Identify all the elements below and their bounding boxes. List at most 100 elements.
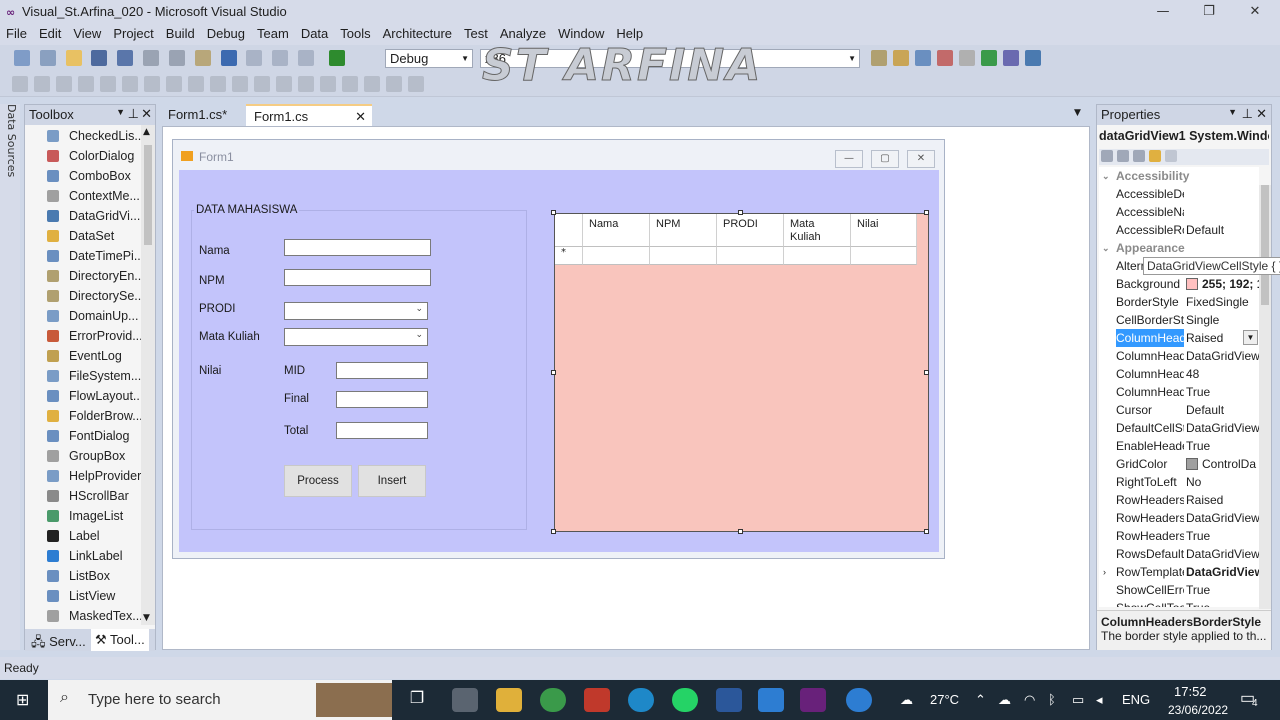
remove-spacing-icon[interactable] <box>298 76 314 92</box>
bring-to-front-icon[interactable] <box>386 76 402 92</box>
chevron-down-icon[interactable]: ▼ <box>1228 107 1237 117</box>
property-row[interactable]: BorderStyle FixedSingle <box>1099 293 1259 311</box>
total-input[interactable] <box>336 422 428 439</box>
property-row[interactable]: RowsDefault DataGridView <box>1099 545 1259 563</box>
property-value[interactable]: 48 <box>1186 365 1259 383</box>
insert-button[interactable]: Insert <box>358 465 426 497</box>
toolbox-item[interactable]: FlowLayout... <box>25 386 141 406</box>
open-icon[interactable] <box>65 50 82 66</box>
property-row[interactable]: CellBorderSt Single <box>1099 311 1259 329</box>
save-icon[interactable] <box>91 50 108 66</box>
property-row[interactable]: RowHeaders Raised <box>1099 491 1259 509</box>
make-same-size-icon[interactable] <box>210 76 226 92</box>
property-row[interactable]: DefaultCellSt DataGridView <box>1099 419 1259 437</box>
toolbox-item[interactable]: MaskedTex... <box>25 606 141 626</box>
alphabetical-icon[interactable] <box>1117 150 1129 162</box>
vertical-spacing-icon[interactable] <box>320 76 336 92</box>
visual-studio-icon[interactable] <box>800 688 826 712</box>
data-sources-tab[interactable]: Data Sources <box>2 104 18 204</box>
temperature[interactable]: 27°C <box>930 692 959 707</box>
center-vertically-icon[interactable] <box>364 76 380 92</box>
find-icon[interactable] <box>871 50 887 66</box>
property-row[interactable]: Background 255; 192; 1 <box>1099 275 1259 293</box>
property-value[interactable]: No <box>1186 473 1259 491</box>
category-appearance[interactable]: ⌄ Appearance <box>1099 239 1259 257</box>
property-row[interactable]: GridColor ControlDa <box>1099 455 1259 473</box>
toolbox-item[interactable]: HScrollBar <box>25 486 141 506</box>
property-value[interactable]: Single <box>1186 311 1259 329</box>
volume-icon[interactable]: ◂ <box>1096 692 1103 708</box>
toolbox-item[interactable]: GroupBox <box>25 446 141 466</box>
copy-icon[interactable] <box>168 50 185 66</box>
toolbox-tab[interactable]: ⚒ Tool... <box>91 629 149 651</box>
align-grid-icon[interactable] <box>12 76 28 92</box>
menu-analyze[interactable]: Analyze <box>494 24 552 41</box>
resize-handle[interactable] <box>551 210 556 215</box>
form-window[interactable]: Form1 — ▢ ✕ DATA MAHASISWA Nama NPM PROD… <box>172 139 945 559</box>
property-value[interactable]: Default <box>1186 401 1259 419</box>
property-value[interactable]: DataGridView <box>1186 545 1259 563</box>
property-value[interactable]: DataGridView <box>1186 563 1259 581</box>
grid-cell[interactable] <box>717 247 784 265</box>
property-row[interactable]: EnableHeade True <box>1099 437 1259 455</box>
pin-icon[interactable]: ⊥ <box>128 106 139 122</box>
property-row[interactable]: › RowTemplate DataGridView <box>1099 563 1259 581</box>
property-row[interactable]: RowHeaders True <box>1099 527 1259 545</box>
toolbox-item[interactable]: DateTimePi... <box>25 246 141 266</box>
help-icon[interactable] <box>846 688 872 712</box>
make-same-height-icon[interactable] <box>188 76 204 92</box>
windows-start-icon[interactable]: ⊞ <box>16 690 29 709</box>
scroll-up-icon[interactable]: ▲ <box>143 127 150 137</box>
new-item-icon[interactable] <box>39 50 56 66</box>
tab-form1-design[interactable]: Form1.cs [Design]*✕ <box>246 104 372 146</box>
task-view-icon[interactable]: ❐ <box>404 688 430 712</box>
property-row[interactable]: AccessibleNa <box>1099 203 1259 221</box>
object-browser-icon[interactable] <box>937 50 953 66</box>
resize-handle[interactable] <box>924 210 929 215</box>
taskbar-search[interactable]: ⌕ Type here to search <box>48 680 392 720</box>
property-value[interactable]: True <box>1186 581 1259 599</box>
toolbox-item[interactable]: DirectoryEn... <box>25 266 141 286</box>
menu-edit[interactable]: Edit <box>33 24 67 41</box>
app-icon[interactable] <box>584 688 610 712</box>
property-value[interactable]: True <box>1186 383 1259 401</box>
increase-spacing-icon[interactable] <box>254 76 270 92</box>
cut-icon[interactable] <box>143 50 160 66</box>
toolbox-item[interactable]: ErrorProvid... <box>25 326 141 346</box>
decrease-spacing-icon[interactable] <box>276 76 292 92</box>
menu-file[interactable]: File <box>0 24 33 41</box>
toolbox-item[interactable]: DataSet <box>25 226 141 246</box>
resize-handle[interactable] <box>551 370 556 375</box>
toolbox-item[interactable]: ListView <box>25 586 141 606</box>
center-horizontally-icon[interactable] <box>342 76 358 92</box>
final-input[interactable] <box>336 391 428 408</box>
undo-icon[interactable] <box>220 50 237 66</box>
prodi-combobox[interactable]: ⌄ <box>284 302 428 320</box>
minimize-icon[interactable]: — <box>1140 0 1186 24</box>
toolbox-item[interactable]: EventLog <box>25 346 141 366</box>
tray-chevron-icon[interactable]: ⌃ <box>975 692 986 708</box>
property-row[interactable]: ShowCellErrc True <box>1099 581 1259 599</box>
menu-architecture[interactable]: Architecture <box>377 24 458 41</box>
toolbox-item[interactable]: ImageList <box>25 506 141 526</box>
menu-tools[interactable]: Tools <box>334 24 376 41</box>
pin-icon[interactable]: ⊥ <box>1242 106 1253 122</box>
close-icon[interactable]: ✕ <box>355 106 366 128</box>
align-middles-icon[interactable] <box>122 76 138 92</box>
grid-cell[interactable] <box>851 247 917 265</box>
property-row[interactable]: AccessibleRc Default <box>1099 221 1259 239</box>
align-rights-icon[interactable] <box>78 76 94 92</box>
wifi-icon[interactable]: ◠ <box>1024 692 1035 708</box>
align-bottoms-icon[interactable] <box>144 76 160 92</box>
resize-handle[interactable] <box>738 210 743 215</box>
grid-column-nama[interactable]: Nama <box>583 214 650 247</box>
weather-icon[interactable]: ☁ <box>900 692 913 708</box>
clock-time[interactable]: 17:52 <box>1174 684 1207 699</box>
property-row[interactable]: ColumnHead True <box>1099 383 1259 401</box>
menu-debug[interactable]: Debug <box>201 24 251 41</box>
resize-handle[interactable] <box>551 529 556 534</box>
datagridview[interactable]: Nama NPM PRODI Mata Kuliah Nilai * <box>554 213 929 532</box>
toolbox-item[interactable]: ComboBox <box>25 166 141 186</box>
categorized-icon[interactable] <box>1101 150 1113 162</box>
chevron-down-icon[interactable]: ▼ <box>116 107 125 117</box>
